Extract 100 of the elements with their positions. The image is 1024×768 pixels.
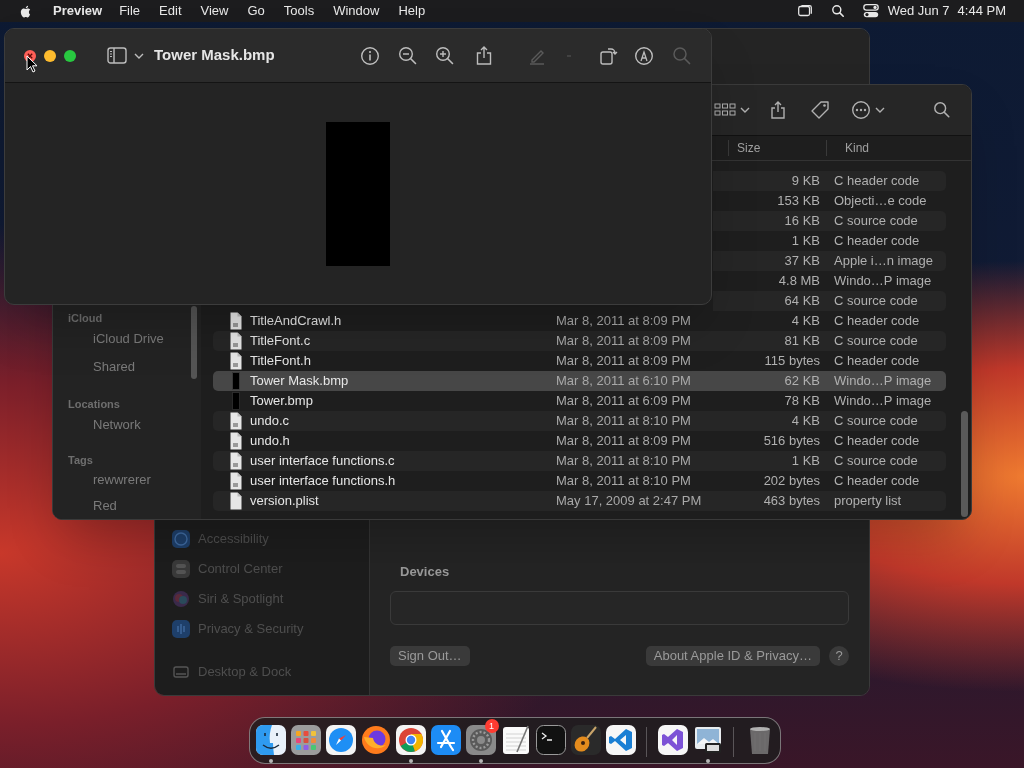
menu-item[interactable]: Window [333, 1, 380, 21]
file-name[interactable]: user interface functions.c [250, 453, 395, 469]
file-row[interactable]: TitleFont.h Mar 8, 2011 at 8:09 PM 115 bytes C header code [213, 351, 946, 371]
gear-icon[interactable] [464, 724, 497, 756]
file-name[interactable]: TitleFont.h [250, 353, 311, 369]
sign-out-button[interactable]: Sign Out… [390, 646, 470, 666]
file-name[interactable]: Tower Mask.bmp [250, 373, 349, 389]
sidebar-item[interactable]: Shared [68, 353, 201, 381]
smiling-face-icon[interactable] [254, 724, 287, 756]
file-name[interactable]: undo.c [250, 413, 290, 429]
file-size: 64 KB [784, 292, 820, 311]
file-name[interactable]: Tower.bmp [250, 393, 313, 409]
file-kind: C header code [834, 173, 920, 189]
sidebar-item[interactable]: Network [68, 411, 201, 439]
header-file-icon [229, 472, 243, 490]
info-icon[interactable] [360, 45, 380, 66]
sidebar-item[interactable]: Red [68, 493, 201, 519]
file-row[interactable]: TitleAndCrawl.h Mar 8, 2011 at 8:09 PM 4 KB C header code [213, 311, 946, 331]
code-ribbon-icon[interactable] [604, 724, 637, 756]
file-row[interactable]: undo.c Mar 8, 2011 at 8:10 PM 4 KB C source code [213, 411, 946, 431]
date-modified: Mar 8, 2011 at 8:10 PM [556, 473, 691, 489]
app-menu[interactable]: Preview [53, 1, 103, 21]
compass-icon[interactable] [324, 724, 357, 756]
markup-icon[interactable] [634, 45, 654, 66]
file-kind: C source code [834, 453, 918, 469]
sidebar-toggle-icon[interactable] [107, 46, 127, 65]
settings-category-icon[interactable] [171, 619, 191, 639]
file-name[interactable]: TitleAndCrawl.h [250, 313, 342, 329]
rotate-icon[interactable] [598, 45, 618, 66]
fox-globe-icon[interactable] [359, 724, 392, 756]
a-shape-icon[interactable] [429, 724, 462, 756]
share-icon[interactable] [770, 100, 786, 120]
guitar-icon[interactable] [569, 724, 602, 756]
date-modified: Mar 8, 2011 at 8:09 PM [556, 333, 691, 349]
settings-category-icon[interactable] [171, 529, 191, 549]
control-center-icon[interactable] [861, 2, 880, 20]
file-row[interactable]: 1 KB C header code [713, 231, 946, 251]
window-title: Tower Mask.bmp [154, 45, 275, 66]
column-header[interactable]: Kind [845, 139, 870, 157]
sidebar-heading: Locations [68, 397, 121, 411]
file-row[interactable]: user interface functions.h Mar 8, 2011 at 8:10 PM 202 bytes C header code [213, 471, 946, 491]
file-row[interactable]: Tower.bmp Mar 8, 2011 at 6:09 PM 78 KB Windo…P image [213, 391, 946, 411]
app-grid-icon[interactable] [289, 724, 322, 756]
menu-item[interactable]: Go [247, 1, 265, 21]
file-kind: Windo…P image [834, 393, 932, 409]
date-modified: Mar 8, 2011 at 6:10 PM [556, 373, 691, 389]
date-modified: May 17, 2009 at 2:47 PM [556, 493, 702, 509]
file-row[interactable]: 64 KB C source code [713, 291, 946, 311]
file-row[interactable]: version.plist May 17, 2009 at 2:47 PM 463 bytes property list [213, 491, 946, 511]
tag-icon[interactable] [810, 100, 830, 120]
file-name[interactable]: user interface functions.h [250, 473, 396, 489]
file-row[interactable]: TitleFont.c Mar 8, 2011 at 8:09 PM 81 KB C source code [213, 331, 946, 351]
file-size: 202 bytes [763, 472, 820, 491]
search-icon[interactable] [829, 3, 846, 19]
file-name[interactable]: TitleFont.c [250, 333, 311, 349]
file-kind: property list [834, 493, 902, 509]
file-size: 9 KB [791, 172, 820, 191]
file-row[interactable]: user interface functions.c Mar 8, 2011 at 8:10 PM 1 KB C source code [213, 451, 946, 471]
share-icon[interactable] [474, 45, 494, 66]
menu-item[interactable]: View [200, 1, 229, 21]
menu-bar-date[interactable]: Wed Jun 7 [887, 1, 950, 21]
file-kind: Windo…P image [834, 273, 932, 289]
file-kind: Apple i…n image [834, 253, 933, 269]
minimize-button[interactable] [44, 49, 56, 62]
menu-bar-time[interactable]: 4:44 PM [957, 1, 1006, 21]
file-size: 62 KB [784, 372, 820, 391]
terminal-icon[interactable] [534, 724, 567, 756]
menu-item[interactable]: Tools [283, 1, 315, 21]
help-button[interactable]: ? [829, 646, 849, 666]
file-kind: C header code [834, 433, 920, 449]
file-row[interactable]: 16 KB C source code [713, 211, 946, 231]
file-size: 1 KB [791, 232, 820, 251]
file-row[interactable]: 4.8 MB Windo…P image [713, 271, 946, 291]
file-name[interactable]: version.plist [250, 493, 319, 509]
menu-item[interactable]: File [119, 1, 141, 21]
section-heading: Devices [399, 564, 451, 580]
file-kind: C header code [834, 353, 920, 369]
more-icon[interactable] [851, 100, 871, 120]
sidebar-item[interactable]: rewwrerer [68, 467, 201, 493]
notification-badge: 1 [484, 719, 499, 733]
infinity-ribbon-icon[interactable] [656, 724, 689, 756]
zoom-button[interactable] [64, 49, 76, 62]
source-file-icon [229, 332, 243, 350]
search-icon[interactable] [933, 101, 951, 119]
file-name[interactable]: undo.h [250, 433, 290, 449]
scrollbar-thumb[interactable] [191, 306, 197, 379]
about-privacy-button[interactable]: About Apple ID & Privacy… [645, 646, 820, 666]
zoom-in-icon[interactable] [435, 45, 455, 66]
date-modified: Mar 8, 2011 at 8:09 PM [556, 353, 691, 369]
menu-item[interactable]: Edit [159, 1, 182, 21]
zoom-out-icon[interactable] [398, 45, 418, 66]
file-row[interactable]: Tower Mask.bmp Mar 8, 2011 at 6:10 PM 62 KB Windo…P image [213, 371, 946, 391]
file-row[interactable]: 153 KB Objecti…e code [713, 191, 946, 211]
menu-item[interactable]: Help [398, 1, 426, 21]
column-header[interactable]: Size [737, 139, 761, 157]
tricolor-ring-icon[interactable] [394, 724, 427, 756]
file-row[interactable]: 37 KB Apple i…n image [713, 251, 946, 271]
scrollbar-thumb[interactable] [961, 411, 968, 517]
file-row[interactable]: undo.h Mar 8, 2011 at 8:09 PM 516 bytes C header code [213, 431, 946, 451]
file-row[interactable]: 9 KB C header code [713, 171, 946, 191]
